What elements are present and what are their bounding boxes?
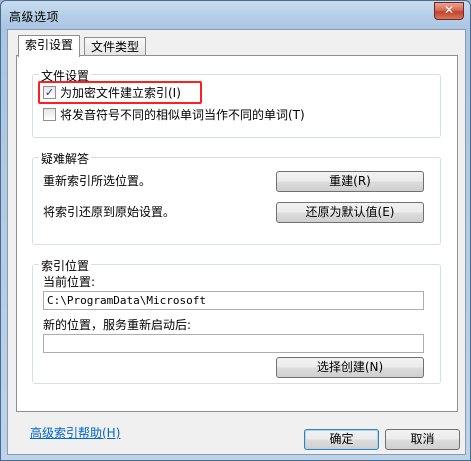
encrypt-files-label: 为加密文件建立索引(I): [60, 85, 181, 100]
tab-file-types[interactable]: 文件类型: [84, 37, 147, 56]
restore-description: 将索引还原到原始设置。: [43, 205, 176, 219]
current-location-label: 当前位置:: [43, 275, 96, 289]
file-settings-group: 文件设置 ✓ 为加密文件建立索引(I) 将发音符号不同的相似单词当作不同的单词(…: [32, 67, 441, 138]
index-settings-page: 文件设置 ✓ 为加密文件建立索引(I) 将发音符号不同的相似单词当作不同的单词(…: [16, 55, 458, 412]
rebuild-description: 重新索引所选位置。: [43, 174, 152, 188]
ok-button[interactable]: 确定: [304, 429, 379, 450]
dialog-client-area: 索引设置 文件类型 文件设置 ✓ 为加密文件建立索引(I) 将发音符号不同的相似…: [7, 29, 466, 455]
rebuild-button[interactable]: 重建(R): [276, 171, 424, 192]
advanced-index-help-link[interactable]: 高级索引帮助(H): [30, 424, 120, 441]
index-location-legend: 索引位置: [39, 257, 92, 274]
current-location-field: C:\ProgramData\Microsoft: [43, 291, 424, 310]
advanced-options-window: 高级选项 ✕ 索引设置 文件类型 文件设置 ✓ 为加密文件建立索引(I) 将发音…: [0, 0, 471, 461]
encrypt-files-checkbox[interactable]: ✓: [43, 85, 56, 99]
troubleshoot-group: 疑难解答 重新索引所选位置。 重建(R) 将索引还原到原始设置。 还原为默认值(…: [32, 150, 441, 245]
diacritics-option[interactable]: 将发音符号不同的相似单词当作不同的单词(T): [43, 106, 305, 122]
tab-index-settings[interactable]: 索引设置: [18, 35, 81, 57]
restore-defaults-button[interactable]: 还原为默认值(E): [276, 202, 424, 223]
new-location-field: [43, 334, 424, 353]
index-location-group: 索引位置 当前位置: C:\ProgramData\Microsoft 新的位置…: [32, 257, 441, 384]
diacritics-label: 将发音符号不同的相似单词当作不同的单词(T): [60, 107, 305, 122]
close-icon[interactable]: ✕: [434, 2, 464, 20]
diacritics-checkbox[interactable]: [43, 107, 56, 121]
new-location-label: 新的位置，服务重新启动后:: [43, 318, 192, 332]
encrypt-files-option[interactable]: ✓ 为加密文件建立索引(I): [43, 84, 181, 100]
troubleshoot-legend: 疑难解答: [39, 150, 92, 167]
select-new-button[interactable]: 选择创建(N): [276, 357, 424, 378]
window-title: 高级选项: [9, 10, 60, 24]
cancel-button[interactable]: 取消: [385, 429, 460, 450]
